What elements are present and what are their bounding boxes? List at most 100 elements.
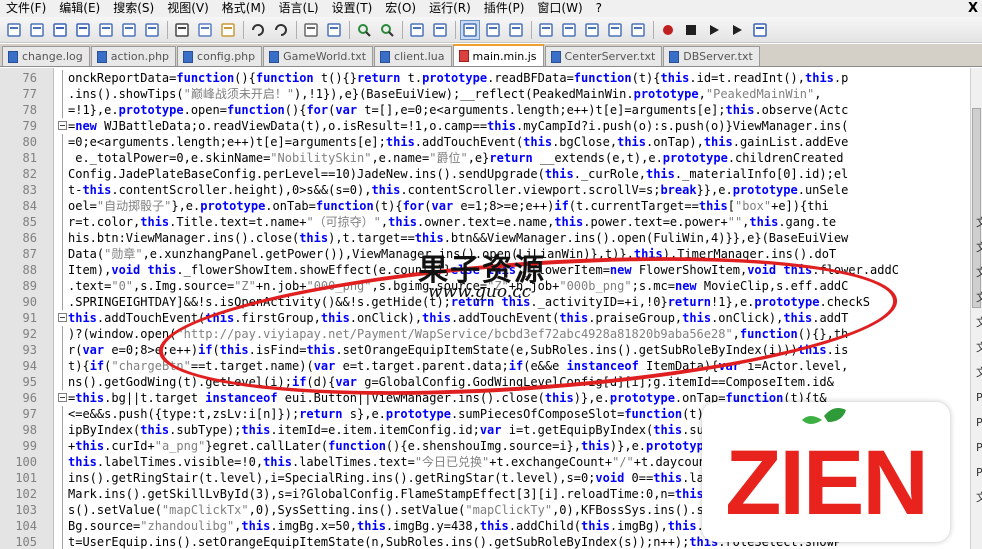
menu-item-4[interactable]: 格式(M) (216, 0, 273, 17)
menu-bar: 文件(F) 编辑(E) 搜索(S) 视图(V) 格式(M) 语言(L) 设置(T) 宏(O) 运… (0, 0, 982, 17)
code-line[interactable]: 81 e._totalPower=0,e.skinName="NobilityS… (0, 150, 970, 166)
new-file-icon[interactable] (4, 20, 24, 40)
close-icon[interactable] (96, 20, 116, 40)
line-number: 97 (22, 407, 37, 421)
code-text: =!1},e.prototype.open=function(){for(var… (68, 103, 849, 117)
save-all-icon[interactable] (73, 20, 93, 40)
save-macro-icon[interactable] (750, 20, 770, 40)
tab-label: CenterServer.txt (564, 50, 656, 63)
indent-guide-icon[interactable] (506, 20, 526, 40)
replace-icon[interactable] (324, 20, 344, 40)
word-wrap-icon[interactable] (460, 19, 480, 40)
line-number: 86 (22, 231, 37, 245)
stop-record-icon[interactable] (681, 20, 701, 40)
fold-toggle-icon[interactable] (58, 121, 67, 130)
code-line[interactable]: 84 oel="自动掷骰子"},e.prototype.onTab=functio… (0, 198, 970, 214)
fold-toggle-icon[interactable] (58, 313, 67, 322)
fold-guide (62, 326, 63, 342)
line-number: 80 (22, 135, 37, 149)
sync-horizontal-icon[interactable] (430, 20, 450, 40)
fold-guide (62, 406, 63, 422)
undo-icon[interactable] (248, 20, 268, 40)
side-panel-item: 文 (976, 291, 982, 304)
fold-guide (62, 342, 63, 358)
close-all-icon[interactable] (119, 20, 139, 40)
menu-item-2[interactable]: 搜索(S) (107, 0, 161, 17)
user-lang-icon[interactable] (536, 20, 556, 40)
menu-item-11[interactable]: ? (590, 0, 609, 17)
toolbar (0, 17, 982, 43)
tab-0[interactable]: change.log (2, 46, 90, 66)
fold-guide (62, 278, 63, 294)
menu-item-6[interactable]: 设置(T) (326, 0, 380, 17)
tab-1[interactable]: action.php (90, 46, 177, 66)
tab-bar: change.log action.php config.php GameWorld.… (0, 44, 982, 67)
code-line[interactable]: 80 =0;e<arguments.length;e++)t[e]=argumen… (0, 134, 970, 150)
close-document-button[interactable]: X (968, 0, 978, 17)
open-file-icon[interactable] (27, 20, 47, 40)
zoom-in-icon[interactable] (354, 20, 374, 40)
fold-guide (62, 262, 63, 278)
tab-6[interactable]: CenterServer.txt (544, 46, 663, 66)
find-icon[interactable] (301, 20, 321, 40)
side-panel-item: P (976, 391, 982, 404)
code-line[interactable]: 77 .ins().showTips("巅峰战须未开启！"),!1}),e}(Ba… (0, 86, 970, 102)
zoom-out-icon[interactable] (377, 20, 397, 40)
fold-guide (62, 86, 63, 102)
side-panel-item: 文 (976, 366, 982, 379)
menu-item-9[interactable]: 插件(P) (478, 0, 532, 17)
code-line[interactable]: 82 Config.JadePlateBaseConfig.perLevel==1… (0, 166, 970, 182)
save-icon[interactable] (50, 20, 70, 40)
show-all-chars-icon[interactable] (483, 20, 503, 40)
fold-toggle-icon[interactable] (58, 393, 67, 402)
tab-3[interactable]: GameWorld.txt (263, 46, 374, 66)
toolbar-separator (653, 20, 654, 39)
print-icon[interactable] (142, 20, 162, 40)
function-list-icon[interactable] (582, 20, 602, 40)
folder-workspace-icon[interactable] (605, 20, 625, 40)
fold-guide (62, 150, 63, 166)
file-icon (183, 50, 194, 63)
play-multiple-icon[interactable] (727, 20, 747, 40)
monitor-icon[interactable] (628, 20, 648, 40)
file-icon (380, 50, 391, 63)
copy-icon[interactable] (195, 20, 215, 40)
menu-item-0[interactable]: 文件(F) (0, 0, 53, 17)
code-line[interactable]: 78 =!1},e.prototype.open=function(){for(v… (0, 102, 970, 118)
menu-item-10[interactable]: 窗口(W) (531, 0, 589, 17)
doc-map-icon[interactable] (559, 20, 579, 40)
tab-2[interactable]: config.php (177, 46, 263, 66)
tab-4[interactable]: client.lua (374, 46, 452, 66)
line-number: 93 (22, 343, 37, 357)
play-macro-icon[interactable] (704, 20, 724, 40)
paste-icon[interactable] (218, 20, 238, 40)
menu-item-7[interactable]: 宏(O) (379, 0, 423, 17)
fold-guide (62, 374, 63, 390)
redo-icon[interactable] (271, 20, 291, 40)
menu-item-5[interactable]: 语言(L) (273, 0, 326, 17)
menu-item-1[interactable]: 编辑(E) (53, 0, 107, 17)
record-macro-icon[interactable] (658, 20, 678, 40)
code-line[interactable]: 83 t-this.contentScroller.height),0>s&&(s… (0, 182, 970, 198)
side-panel-item: 文 (976, 316, 982, 329)
line-number: 81 (22, 151, 37, 165)
code-text: oel="自动掷骰子"},e.prototype.onTab=function(… (68, 199, 829, 213)
tab-label: config.php (197, 50, 256, 63)
fold-guide (62, 70, 63, 86)
code-line[interactable]: 86 his.btn:ViewManager.ins().close(this),… (0, 230, 970, 246)
code-line[interactable]: 79 =new WJBattleData;o.readViewData(t),o.… (0, 118, 970, 134)
sync-vertical-icon[interactable] (407, 20, 427, 40)
menu-item-3[interactable]: 视图(V) (161, 0, 216, 17)
line-number: 88 (22, 263, 37, 277)
menu-item-8[interactable]: 运行(R) (423, 0, 478, 17)
cut-icon[interactable] (172, 20, 192, 40)
code-line[interactable]: 85 r=t.color,this.Title.text=t.name+"（可掠夺… (0, 214, 970, 230)
toolbar-separator (349, 20, 350, 39)
file-icon (269, 50, 280, 63)
code-line[interactable]: 76 onckReportData=function(){function t()… (0, 70, 970, 86)
fold-guide (62, 438, 63, 454)
tab-7[interactable]: DBServer.txt (663, 46, 760, 66)
fold-guide (62, 502, 63, 518)
tab-5[interactable]: main.min.js (452, 44, 544, 66)
toolbar-separator (167, 20, 168, 39)
